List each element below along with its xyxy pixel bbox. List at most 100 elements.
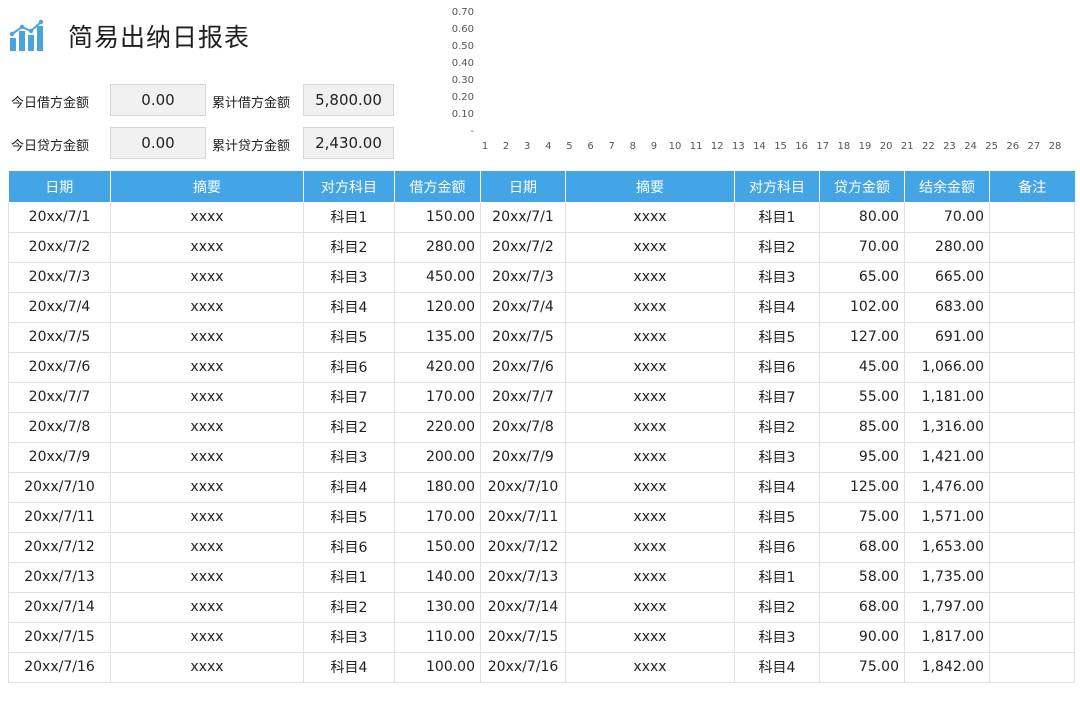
table-row[interactable]: 20xx/7/13 xxxx 科目1 140.00 20xx/7/13 xxxx 科目1 58… <box>8 562 1075 593</box>
cell-summary[interactable]: xxxx <box>110 532 304 563</box>
cell-date-2[interactable]: 20xx/7/7 <box>480 382 566 413</box>
cell-debit[interactable]: 420.00 <box>394 352 481 383</box>
cell-account-2[interactable]: 科目3 <box>734 262 820 293</box>
cell-date-2[interactable]: 20xx/7/15 <box>480 622 566 653</box>
cell-credit[interactable]: 75.00 <box>819 652 905 683</box>
cell-balance[interactable]: 1,653.00 <box>904 532 990 563</box>
cell-date[interactable]: 20xx/7/15 <box>8 622 111 653</box>
cell-summary[interactable]: xxxx <box>110 622 304 653</box>
col-header-summary-2[interactable]: 摘要 <box>565 171 735 202</box>
cell-balance[interactable]: 280.00 <box>904 232 990 263</box>
cell-summary[interactable]: xxxx <box>110 382 304 413</box>
cell-balance[interactable]: 1,571.00 <box>904 502 990 533</box>
cell-account-2[interactable]: 科目5 <box>734 502 820 533</box>
cell-summary-2[interactable]: xxxx <box>565 262 735 293</box>
today-debit-value[interactable]: 0.00 <box>110 84 206 116</box>
cell-date[interactable]: 20xx/7/3 <box>8 262 111 293</box>
cell-remark[interactable] <box>989 382 1075 413</box>
cell-credit[interactable]: 45.00 <box>819 352 905 383</box>
cell-balance[interactable]: 1,797.00 <box>904 592 990 623</box>
cell-account-2[interactable]: 科目6 <box>734 352 820 383</box>
cell-date-2[interactable]: 20xx/7/16 <box>480 652 566 683</box>
cell-summary-2[interactable]: xxxx <box>565 592 735 623</box>
cell-account[interactable]: 科目3 <box>303 262 395 293</box>
cell-account-2[interactable]: 科目2 <box>734 592 820 623</box>
col-header-date[interactable]: 日期 <box>8 171 111 202</box>
cell-debit[interactable]: 180.00 <box>394 472 481 503</box>
cell-account-2[interactable]: 科目2 <box>734 232 820 263</box>
cell-date[interactable]: 20xx/7/9 <box>8 442 111 473</box>
cell-debit[interactable]: 120.00 <box>394 292 481 323</box>
cell-date[interactable]: 20xx/7/7 <box>8 382 111 413</box>
cell-credit[interactable]: 55.00 <box>819 382 905 413</box>
cell-remark[interactable] <box>989 232 1075 263</box>
cell-debit[interactable]: 170.00 <box>394 382 481 413</box>
cell-remark[interactable] <box>989 472 1075 503</box>
table-row[interactable]: 20xx/7/6 xxxx 科目6 420.00 20xx/7/6 xxxx 科目6 45.0… <box>8 352 1075 383</box>
cell-debit[interactable]: 220.00 <box>394 412 481 443</box>
cell-date[interactable]: 20xx/7/10 <box>8 472 111 503</box>
cell-date[interactable]: 20xx/7/16 <box>8 652 111 683</box>
cell-debit[interactable]: 280.00 <box>394 232 481 263</box>
cell-remark[interactable] <box>989 652 1075 683</box>
cell-date-2[interactable]: 20xx/7/10 <box>480 472 566 503</box>
cell-remark[interactable] <box>989 412 1075 443</box>
cell-account-2[interactable]: 科目3 <box>734 622 820 653</box>
cell-account[interactable]: 科目6 <box>303 352 395 383</box>
cell-summary[interactable]: xxxx <box>110 292 304 323</box>
cell-credit[interactable]: 58.00 <box>819 562 905 593</box>
cell-credit[interactable]: 80.00 <box>819 202 905 233</box>
cell-balance[interactable]: 70.00 <box>904 202 990 233</box>
table-row[interactable]: 20xx/7/14 xxxx 科目2 130.00 20xx/7/14 xxxx 科目2 68… <box>8 592 1075 623</box>
cell-date[interactable]: 20xx/7/12 <box>8 532 111 563</box>
table-row[interactable]: 20xx/7/8 xxxx 科目2 220.00 20xx/7/8 xxxx 科目2 85.0… <box>8 412 1075 443</box>
cell-balance[interactable]: 1,476.00 <box>904 472 990 503</box>
cell-debit[interactable]: 135.00 <box>394 322 481 353</box>
cell-balance[interactable]: 683.00 <box>904 292 990 323</box>
cell-remark[interactable] <box>989 442 1075 473</box>
cell-date[interactable]: 20xx/7/8 <box>8 412 111 443</box>
cell-summary[interactable]: xxxx <box>110 442 304 473</box>
cell-account[interactable]: 科目4 <box>303 292 395 323</box>
cell-summary[interactable]: xxxx <box>110 232 304 263</box>
cell-balance[interactable]: 1,066.00 <box>904 352 990 383</box>
cell-account-2[interactable]: 科目5 <box>734 322 820 353</box>
cell-remark[interactable] <box>989 202 1075 233</box>
cell-credit[interactable]: 127.00 <box>819 322 905 353</box>
cell-remark[interactable] <box>989 262 1075 293</box>
cell-date[interactable]: 20xx/7/4 <box>8 292 111 323</box>
col-header-credit[interactable]: 贷方金额 <box>819 171 905 202</box>
col-header-date-2[interactable]: 日期 <box>480 171 566 202</box>
cell-balance[interactable]: 1,735.00 <box>904 562 990 593</box>
cell-credit[interactable]: 102.00 <box>819 292 905 323</box>
col-header-account[interactable]: 对方科目 <box>303 171 395 202</box>
cell-summary[interactable]: xxxx <box>110 502 304 533</box>
table-row[interactable]: 20xx/7/10 xxxx 科目4 180.00 20xx/7/10 xxxx 科目4 12… <box>8 472 1075 503</box>
col-header-debit[interactable]: 借方金额 <box>394 171 481 202</box>
cell-remark[interactable] <box>989 622 1075 653</box>
cell-remark[interactable] <box>989 322 1075 353</box>
table-row[interactable]: 20xx/7/11 xxxx 科目5 170.00 20xx/7/11 xxxx 科目5 75… <box>8 502 1075 533</box>
cell-summary[interactable]: xxxx <box>110 322 304 353</box>
col-header-summary[interactable]: 摘要 <box>110 171 304 202</box>
cell-account[interactable]: 科目4 <box>303 652 395 683</box>
cell-debit[interactable]: 450.00 <box>394 262 481 293</box>
cell-summary-2[interactable]: xxxx <box>565 652 735 683</box>
cell-date[interactable]: 20xx/7/14 <box>8 592 111 623</box>
cell-date-2[interactable]: 20xx/7/13 <box>480 562 566 593</box>
cell-summary[interactable]: xxxx <box>110 262 304 293</box>
table-row[interactable]: 20xx/7/12 xxxx 科目6 150.00 20xx/7/12 xxxx 科目6 68… <box>8 532 1075 563</box>
cell-credit[interactable]: 85.00 <box>819 412 905 443</box>
cell-account[interactable]: 科目2 <box>303 592 395 623</box>
cell-credit[interactable]: 75.00 <box>819 502 905 533</box>
cell-debit[interactable]: 150.00 <box>394 532 481 563</box>
cell-date-2[interactable]: 20xx/7/5 <box>480 322 566 353</box>
cell-summary-2[interactable]: xxxx <box>565 442 735 473</box>
cell-summary-2[interactable]: xxxx <box>565 412 735 443</box>
cell-remark[interactable] <box>989 292 1075 323</box>
cell-summary[interactable]: xxxx <box>110 562 304 593</box>
cell-account[interactable]: 科目5 <box>303 502 395 533</box>
total-debit-value[interactable]: 5,800.00 <box>303 84 394 116</box>
table-row[interactable]: 20xx/7/5 xxxx 科目5 135.00 20xx/7/5 xxxx 科目5 127.… <box>8 322 1075 353</box>
cell-debit[interactable]: 130.00 <box>394 592 481 623</box>
